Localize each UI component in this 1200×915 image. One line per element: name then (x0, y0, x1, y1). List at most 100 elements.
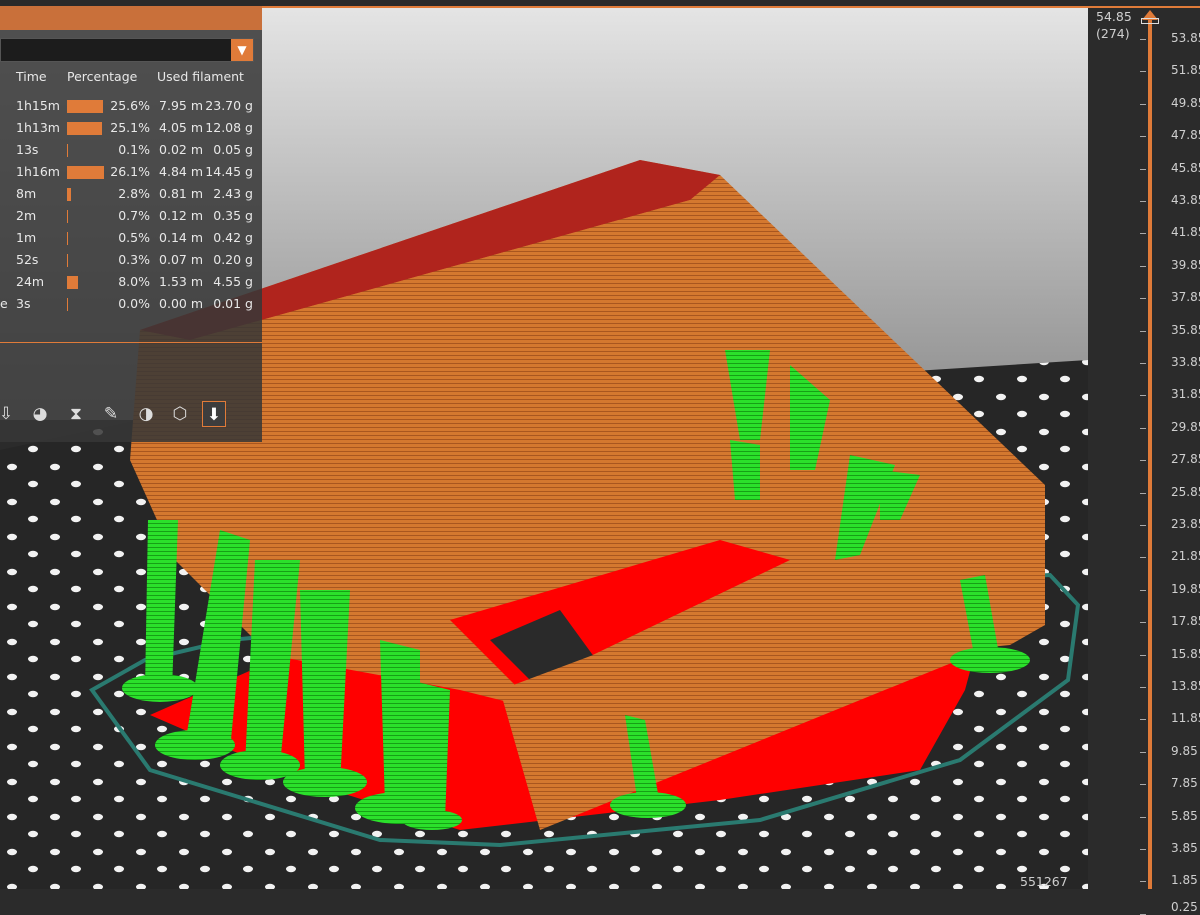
slider-track[interactable] (1148, 18, 1152, 889)
row-percent: 2.8% (118, 186, 150, 201)
row-meters: 0.14 m (159, 230, 203, 245)
tick-mark (1140, 363, 1146, 364)
tick-mark (1140, 784, 1146, 786)
tick-label: 45.85 (1171, 160, 1200, 175)
tick-label: 27.85 (1171, 452, 1200, 467)
row-grams: 0.42 g (213, 230, 253, 245)
tick-mark (1140, 168, 1146, 170)
row-grams: 2.43 g (213, 186, 253, 201)
tick-mark (1140, 298, 1146, 300)
row-meters: 7.95 m (159, 98, 203, 113)
layer-slider[interactable]: 54.85 (274) 53.85 51.85 49.85 47.85 45.85 43.… (1088, 8, 1200, 915)
row-meters: 0.12 m (159, 208, 203, 223)
row-time: 1h13m (16, 120, 60, 135)
row-time: 52s (16, 252, 39, 267)
view-type-dropdown[interactable]: ▼ (0, 38, 254, 62)
status-count: 551267 (1020, 874, 1068, 889)
row-grams: 23.70 g (205, 98, 253, 113)
legend-row: e 3s 0.0% 0.00 m 0.01 g (0, 293, 262, 315)
row-time: 24m (16, 274, 45, 289)
legend-row: 2m 0.7% 0.12 m 0.35 g (0, 205, 262, 227)
row-grams: 0.05 g (213, 142, 253, 157)
slider-top-layer: (274) (1096, 26, 1130, 41)
tick-mark (1140, 751, 1146, 753)
tick-mark (1140, 622, 1146, 624)
row-time: 2m (16, 208, 37, 223)
wireframe-cube-icon[interactable]: ⬡ (168, 401, 192, 427)
row-percent: 25.1% (110, 120, 150, 135)
tick-label: 49.85 (1171, 95, 1200, 110)
legend-row: 1m 0.5% 0.14 m 0.42 g (0, 227, 262, 249)
row-meters: 1.53 m (159, 274, 203, 289)
tick-mark (1140, 136, 1146, 138)
tick-label: 11.85 (1171, 711, 1200, 726)
percentage-bar (67, 100, 103, 113)
row-grams: 12.08 g (205, 120, 253, 135)
tick-label: 23.85 (1171, 517, 1200, 531)
tick-mark (1140, 103, 1146, 105)
row-percent: 8.0% (118, 274, 150, 289)
tick-label: 41.85 (1171, 225, 1200, 240)
tick-label: 3.85 (1171, 841, 1198, 855)
tick-label: 51.85 (1171, 63, 1200, 78)
row-grams: 14.45 g (205, 164, 253, 179)
row-percent: 25.6% (110, 98, 150, 113)
tick-mark (1140, 71, 1146, 73)
percentage-bar (67, 188, 71, 201)
tick-mark (1140, 492, 1146, 494)
chevron-down-icon[interactable]: ▼ (231, 39, 253, 61)
legend-title-bar (0, 6, 262, 30)
percentage-bar (67, 276, 78, 289)
download-arrow-icon[interactable]: ⬇ (202, 401, 226, 427)
row-time: 8m (16, 186, 37, 201)
row-percent: 0.0% (118, 296, 150, 311)
tick-mark (1140, 233, 1146, 235)
legend-row: 13s 0.1% 0.02 m 0.05 g (0, 139, 262, 161)
export-icon[interactable]: ⇩ (0, 401, 18, 427)
header-percentage: Percentage (67, 69, 138, 84)
row-meters: 4.84 m (159, 164, 203, 179)
legend-row: 1h13m 25.1% 4.05 m 12.08 g (0, 117, 262, 139)
row-time: 1h15m (16, 98, 60, 113)
row-meters: 0.00 m (159, 296, 203, 311)
percentage-bar (67, 232, 68, 245)
tick-mark (1140, 557, 1146, 559)
tick-label: 21.85 (1171, 549, 1200, 564)
tick-label: 33.85 (1171, 355, 1200, 369)
row-time: 13s (16, 142, 39, 157)
tick-label: 15.85 (1171, 646, 1200, 661)
row-grams: 0.35 g (213, 208, 253, 223)
legend-row: 8m 2.8% 0.81 m 2.43 g (0, 183, 262, 205)
tick-label: 13.85 (1171, 679, 1200, 693)
color-print-icon[interactable]: ◕ (28, 401, 52, 427)
row-time: 3s (16, 296, 31, 311)
row-meters: 0.07 m (159, 252, 203, 267)
row-percent: 26.1% (110, 164, 150, 179)
percentage-bar (67, 210, 68, 223)
tick-mark (1140, 816, 1146, 818)
row-percent: 0.3% (118, 252, 150, 267)
legend-row: 1h15m 25.6% 7.95 m 23.70 g (0, 95, 262, 117)
tick-mark (1140, 39, 1146, 40)
tick-mark (1140, 330, 1146, 332)
header-used-filament: Used filament (157, 69, 244, 84)
row-time: 1m (16, 230, 37, 245)
tick-label: 43.85 (1171, 193, 1200, 207)
row-meters: 0.02 m (159, 142, 203, 157)
row-percent: 0.7% (118, 208, 150, 223)
slider-top-readout: 54.85 (274) (1096, 8, 1132, 42)
center-of-mass-icon[interactable]: ◑ (134, 401, 158, 427)
percentage-bar (67, 122, 102, 135)
hourglass-icon[interactable]: ⧗ (64, 401, 88, 427)
header-time: Time (16, 69, 47, 84)
tick-label: 39.85 (1171, 257, 1200, 272)
row-percent: 0.1% (118, 142, 150, 157)
row-grams: 4.55 g (213, 274, 253, 289)
paint-icon[interactable]: ✎ (99, 401, 123, 427)
row-prefix: e (0, 296, 8, 311)
row-percent: 0.5% (118, 230, 150, 245)
row-grams: 0.01 g (213, 296, 253, 311)
slider-thumb-box[interactable] (1141, 18, 1159, 24)
tick-mark (1140, 849, 1146, 850)
percentage-bar (67, 298, 68, 311)
